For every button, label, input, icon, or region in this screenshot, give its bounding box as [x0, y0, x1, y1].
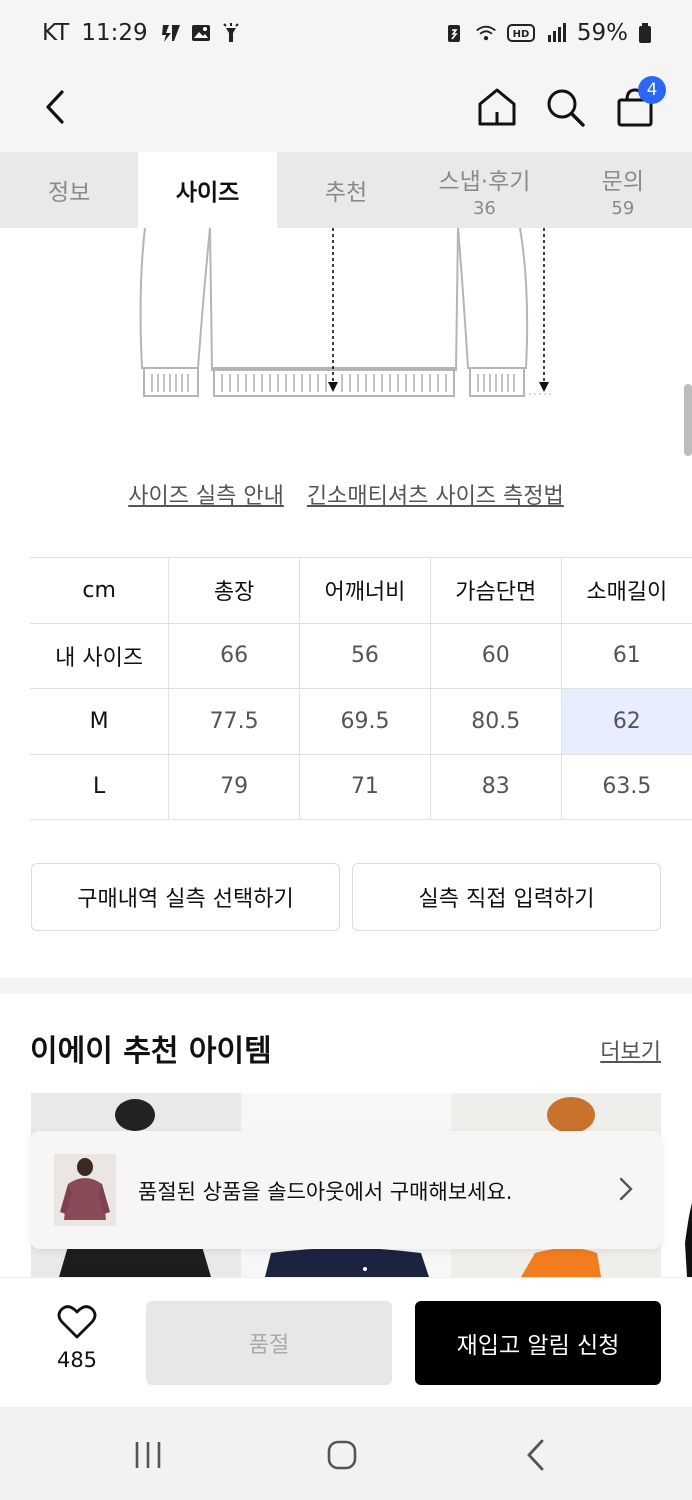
back-arrow-icon — [46, 90, 64, 124]
table-cell: 60 — [429, 622, 562, 689]
chevron-right-icon — [619, 1177, 633, 1201]
size-guide-links: 사이즈 실측 안내 긴소매티셔츠 사이즈 측정법 — [0, 478, 692, 510]
search-button[interactable] — [540, 82, 590, 132]
notification-icons — [160, 22, 242, 44]
table-cell: 63.5 — [560, 753, 692, 820]
table-cell: 61 — [560, 622, 692, 689]
table-cell: 69.5 — [299, 688, 431, 755]
cart-count-badge: 4 — [638, 76, 666, 104]
tab-count: 36 — [472, 197, 496, 219]
tab-label: 사이즈 — [175, 180, 240, 206]
table-cell-highlighted: 62 — [560, 688, 692, 755]
manual-measure-input-button[interactable]: 실측 직접 입력하기 — [352, 863, 661, 931]
svg-text:HD: HD — [513, 29, 530, 40]
table-header-row: cm 총장 어깨너비 가슴단면 소매길이 — [30, 557, 692, 624]
heart-icon — [57, 1305, 97, 1339]
status-right: HD 59% — [443, 20, 652, 46]
size-table: cm 총장 어깨너비 가슴단면 소매길이 내 사이즈 66 56 60 61 M… — [30, 557, 692, 820]
back-button[interactable] — [30, 82, 80, 132]
product-card-partial[interactable] — [661, 1093, 692, 1277]
restock-alert-button[interactable]: 재입고 알림 신청 — [415, 1301, 661, 1385]
top-app-bar: 4 — [0, 66, 692, 152]
table-cell: 83 — [429, 753, 562, 820]
table-cell: 71 — [299, 753, 431, 820]
section-divider — [0, 978, 692, 994]
like-button[interactable]: 485 — [46, 1304, 108, 1372]
back-nav-button[interactable] — [516, 1437, 556, 1473]
table-cell: 66 — [168, 622, 300, 689]
see-more-link[interactable]: 더보기 — [600, 1034, 661, 1066]
row-label: M — [30, 688, 169, 755]
table-cell: 79 — [168, 753, 300, 820]
purchase-bar: 485 품절 재입고 알림 신청 — [0, 1277, 692, 1407]
recommend-section-title: 이에이 추천 아이템 — [30, 1034, 272, 1069]
tab-label: 추천 — [324, 180, 368, 206]
table-cell: 77.5 — [168, 688, 300, 755]
product-image — [685, 1203, 692, 1277]
system-navigation-bar — [0, 1407, 692, 1500]
table-cell: 56 — [299, 622, 431, 689]
like-count: 485 — [56, 1348, 98, 1372]
header-cell: 총장 — [168, 557, 300, 624]
lightning-icon — [161, 25, 180, 42]
status-bar: KT 11:29 HD 59% — [0, 0, 692, 66]
banner-product-thumbnail — [54, 1154, 116, 1226]
banner-message: 품절된 상품을 솔드아웃에서 구매해보세요. — [138, 1180, 513, 1204]
home-icon — [478, 88, 516, 126]
measure-method-link[interactable]: 긴소매티셔츠 사이즈 측정법 — [307, 484, 564, 509]
battery-percent: 59% — [576, 20, 628, 46]
header-cell-unit: cm — [30, 557, 169, 624]
soldout-suggestion-banner[interactable]: 품절된 상품을 솔드아웃에서 구매해보세요. — [30, 1131, 662, 1249]
table-row-my-size: 내 사이즈 66 56 60 61 — [30, 622, 692, 689]
wifi-icon — [475, 25, 496, 41]
table-row-m[interactable]: M 77.5 69.5 80.5 62 — [30, 688, 692, 755]
header-cell: 어깨너비 — [299, 557, 431, 624]
row-label: 내 사이즈 — [30, 622, 169, 689]
table-row-l[interactable]: L 79 71 83 63.5 — [30, 753, 692, 820]
battery-icon — [639, 23, 651, 43]
header-cell: 가슴단면 — [429, 557, 562, 624]
header-cell: 소매길이 — [560, 557, 692, 624]
hd-voice-icon: HD — [506, 24, 535, 42]
tab-count: 59 — [611, 197, 635, 219]
table-cell: 80.5 — [429, 688, 562, 755]
battery-saver-icon — [447, 25, 460, 42]
flashlight-icon — [222, 23, 239, 42]
row-label: L — [30, 753, 169, 820]
status-left: KT 11:29 — [42, 20, 242, 46]
product-tab-bar: 정보 사이즈 추천 스냅·후기 36 문의 59 — [0, 152, 692, 228]
soldout-button: 품절 — [146, 1301, 392, 1385]
select-purchase-history-button[interactable]: 구매내역 실측 선택하기 — [31, 863, 340, 931]
image-icon — [191, 25, 210, 41]
tab-snap-review[interactable]: 스냅·후기 36 — [415, 152, 553, 228]
home-nav-icon — [327, 1440, 357, 1470]
tab-recommend[interactable]: 추천 — [277, 152, 415, 228]
clock: 11:29 — [81, 20, 148, 46]
tab-label: 문의 — [601, 168, 644, 195]
tab-size[interactable]: 사이즈 — [138, 152, 277, 228]
tab-label: 스냅·후기 — [438, 168, 531, 195]
size-guide-link[interactable]: 사이즈 실측 안내 — [128, 484, 284, 509]
cart-button[interactable]: 4 — [610, 76, 666, 132]
recent-apps-button[interactable] — [128, 1437, 168, 1473]
home-nav-button[interactable] — [322, 1437, 362, 1473]
home-button[interactable] — [472, 82, 522, 132]
page-scrollbar[interactable] — [684, 384, 692, 456]
signal-icon — [547, 23, 566, 42]
garment-measure-diagram — [139, 228, 552, 397]
tab-label: 정보 — [48, 180, 91, 206]
back-nav-icon — [527, 1439, 544, 1471]
recent-apps-icon — [135, 1442, 161, 1468]
carrier-label: KT — [42, 20, 70, 46]
tab-info[interactable]: 정보 — [0, 152, 138, 228]
search-icon — [547, 89, 585, 127]
tab-inquiry[interactable]: 문의 59 — [554, 152, 692, 228]
